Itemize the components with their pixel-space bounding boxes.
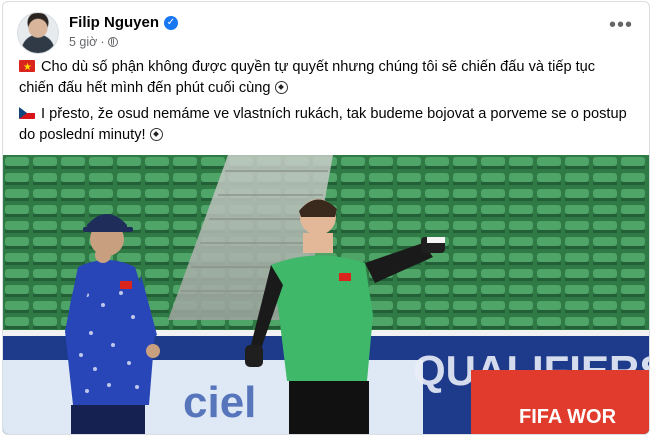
post-photo[interactable]: ciel QUALIFIERS FIFA WOR	[3, 155, 649, 434]
post-text-vi: Cho dù số phận không được quyền tự quyết…	[19, 59, 596, 96]
soccer-ball-icon	[149, 128, 163, 141]
czech-flag-icon	[19, 107, 35, 119]
post-text-vietnamese: Cho dù số phận không được quyền tự quyết…	[19, 57, 631, 99]
post-text-czech: I přesto, že osud nemáme ve vlastních ru…	[19, 104, 631, 146]
verified-badge-icon: ✓	[164, 15, 178, 30]
post-text-cs: I přesto, že osud nemáme ve vlastních ru…	[19, 106, 627, 143]
avatar[interactable]	[17, 12, 59, 54]
post-header: Filip Nguyen ✓ 5 giờ · •••	[17, 12, 637, 56]
author-name[interactable]: Filip Nguyen	[69, 14, 159, 31]
globe-icon[interactable]	[107, 37, 118, 47]
vietnam-flag-icon	[19, 57, 35, 78]
soccer-ball-icon	[274, 81, 288, 94]
post-meta: 5 giờ ·	[69, 35, 118, 49]
banner-text-3: FIFA WOR	[519, 406, 617, 428]
post-time[interactable]: 5 giờ	[69, 35, 97, 49]
photo-illustration: ciel QUALIFIERS FIFA WOR	[3, 155, 649, 434]
facebook-post: Filip Nguyen ✓ 5 giờ · ••• Cho dù số phậ…	[2, 1, 650, 435]
banner-text-1: ciel	[183, 378, 256, 427]
author-row: Filip Nguyen ✓	[69, 14, 178, 31]
more-options-icon[interactable]: •••	[609, 15, 633, 35]
meta-separator: ·	[100, 35, 105, 49]
